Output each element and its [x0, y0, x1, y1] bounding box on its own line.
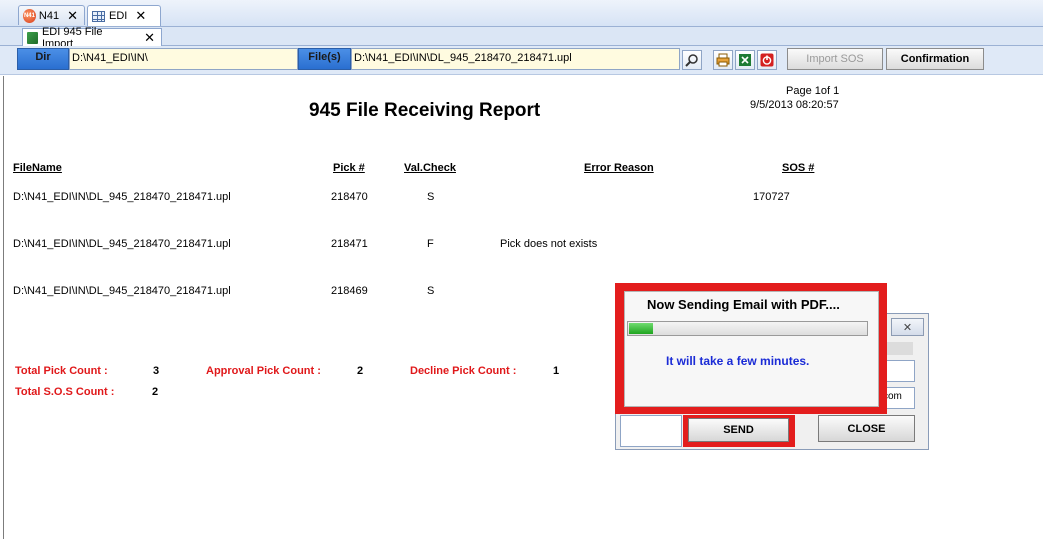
decline-pick-count-label: Decline Pick Count :: [410, 365, 517, 377]
header-sos: SOS #: [782, 162, 815, 174]
row-pick: 218470: [331, 191, 368, 203]
tab-n41[interactable]: N41 N41 ✕: [18, 5, 85, 25]
total-pick-count-value: 3: [153, 365, 160, 377]
row-filename: D:\N41_EDI\IN\DL_945_218470_218471.upl: [13, 238, 231, 250]
print-button[interactable]: [713, 50, 733, 70]
header-pick: Pick #: [333, 162, 365, 174]
close-subtab-icon[interactable]: ✕: [144, 30, 155, 46]
power-icon: [760, 53, 774, 67]
dir-field[interactable]: D:\N41_EDI\IN\: [69, 48, 298, 70]
report-viewer: [3, 76, 1043, 539]
tab-edi[interactable]: EDI ✕: [87, 5, 161, 26]
approval-pick-count-value: 2: [357, 365, 364, 377]
files-field[interactable]: D:\N41_EDI\IN\DL_945_218470_218471.upl: [351, 48, 680, 70]
approval-pick-count-label: Approval Pick Count :: [206, 365, 321, 377]
row-filename: D:\N41_EDI\IN\DL_945_218470_218471.upl: [13, 285, 231, 297]
row-valcheck: S: [427, 285, 435, 297]
sending-progress-fill: [629, 323, 653, 334]
page-indicator: Page 1of 1: [786, 85, 840, 97]
row-valcheck: F: [427, 238, 434, 250]
search-icon: [685, 54, 698, 67]
close-tab-n41-icon[interactable]: ✕: [67, 9, 78, 22]
print-icon: [716, 53, 730, 67]
dialog-close-button[interactable]: ✕: [891, 318, 924, 336]
row-error: Pick does not exists: [500, 238, 598, 250]
sending-progress-bar: [627, 321, 868, 336]
tab-n41-label: N41: [38, 9, 60, 22]
close-button[interactable]: CLOSE: [818, 415, 915, 442]
sending-popup-message: It will take a few minutes.: [666, 354, 810, 368]
confirmation-button[interactable]: Confirmation: [886, 48, 984, 70]
row-pick: 218469: [331, 285, 368, 297]
import-sos-button[interactable]: Import SOS: [787, 48, 883, 70]
header-valcheck: Val.Check: [404, 162, 456, 174]
n41-logo-icon: N41: [23, 8, 36, 23]
excel-icon: [739, 54, 751, 66]
header-error-reason: Error Reason: [584, 162, 654, 174]
tab-edi-label: EDI: [109, 10, 128, 22]
report-title: 945 File Receiving Report: [309, 100, 541, 121]
total-sos-count-label: Total S.O.S Count :: [15, 386, 115, 398]
email-body-field[interactable]: [620, 415, 682, 447]
decline-pick-count-value: 1: [553, 365, 560, 377]
report-datetime: 9/5/2013 08:20:57: [750, 99, 839, 111]
header-filename: FileName: [13, 162, 62, 174]
send-button[interactable]: SEND: [688, 418, 789, 442]
grid-icon: [92, 10, 105, 22]
dir-label: Dir: [17, 48, 69, 70]
row-sos: 170727: [753, 191, 790, 203]
close-tab-edi-icon[interactable]: ✕: [135, 9, 146, 22]
sending-popup-title: Now Sending Email with PDF....: [647, 297, 840, 312]
document-icon: [27, 31, 38, 44]
row-filename: D:\N41_EDI\IN\DL_945_218470_218471.upl: [13, 191, 231, 203]
tab-edi-945-file-import[interactable]: EDI 945 File Import ✕: [22, 26, 162, 50]
close-icon: ✕: [902, 321, 913, 334]
search-button[interactable]: [682, 50, 702, 70]
files-label: File(s): [298, 48, 351, 70]
row-pick: 218471: [331, 238, 368, 250]
power-button[interactable]: [757, 50, 777, 70]
total-sos-count-value: 2: [152, 386, 159, 398]
excel-export-button[interactable]: [735, 50, 755, 70]
row-valcheck: S: [427, 191, 435, 203]
total-pick-count-label: Total Pick Count :: [15, 365, 108, 377]
